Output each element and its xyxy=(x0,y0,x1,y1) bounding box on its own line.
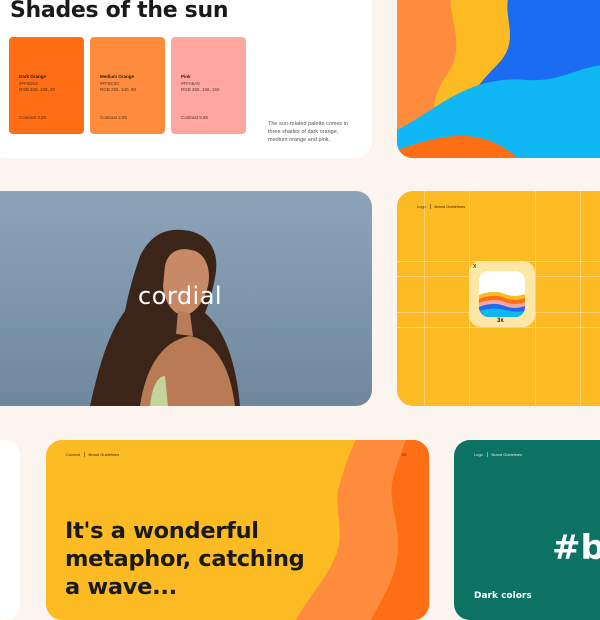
app-icon xyxy=(479,271,525,317)
quote-line: metaphor, catching xyxy=(65,546,305,572)
swatch-rgb: RGB 255, 166, 160 xyxy=(181,87,220,92)
header-doc: Brand Guidelines xyxy=(88,452,120,457)
quote-line: a wave... xyxy=(65,574,177,600)
swatch-name: Dark Orange xyxy=(19,74,47,79)
palette-card: Shades of the sun Dark Orange #FF6D14 RG… xyxy=(0,0,372,158)
swatch-medium-orange: Medium Orange #FF8C3C RGB 255, 140, 60 C… xyxy=(90,37,165,134)
cordial-photo-card: cordial xyxy=(0,191,372,406)
clearspace-x-label: x xyxy=(473,263,477,270)
swatch-rgb: RGB 255, 109, 20 xyxy=(19,87,56,92)
page-number: 03 xyxy=(402,452,407,457)
swatch-contrast: Contrast 9.85 xyxy=(181,115,209,120)
cordial-logo: cordial xyxy=(138,282,223,310)
header-section: Logo xyxy=(474,452,483,457)
hex-code-preview: #b xyxy=(552,528,600,568)
card-header: Logo Brand Guidelines xyxy=(474,452,523,458)
grid-guide xyxy=(580,191,581,406)
grid-guide xyxy=(535,191,536,406)
palette-description: The sun-related palette comes in three s… xyxy=(268,120,349,143)
wave-illustration-card xyxy=(397,0,600,158)
quote-card: Content Brand Guidelines 03 It's a wonder… xyxy=(46,440,429,620)
dark-colors-card: Logo Brand Guidelines #b Dark colors xyxy=(454,440,600,620)
swatch-dark-orange: Dark Orange #FF6D14 RGB 255, 109, 20 Con… xyxy=(9,37,84,134)
swatch-contrast: Contrast 3.28 xyxy=(19,115,47,120)
quote-heading: It's a wonderful metaphor, catching a wa… xyxy=(65,517,305,601)
logo-grid-card: Logo Brand Guidelines x 3x xyxy=(397,191,600,406)
wave-logo-icon xyxy=(479,271,525,317)
grid-guide xyxy=(424,191,425,406)
header-doc: Brand Guidelines xyxy=(434,204,466,209)
swatch-name: Pink xyxy=(181,74,191,79)
quote-line: It's a wonderful xyxy=(65,518,259,544)
scale-label: 3x xyxy=(497,318,504,324)
grid-guide xyxy=(397,327,600,328)
partial-card xyxy=(0,440,20,620)
palette-title: Shades of the sun xyxy=(10,0,229,23)
swatch-name: Medium Orange xyxy=(100,74,135,79)
header-doc: Brand Guidelines xyxy=(491,452,523,457)
header-section: Content xyxy=(66,452,81,457)
wave-illustration xyxy=(397,0,600,158)
card-header: Content Brand Guidelines xyxy=(66,452,120,458)
swatch-rgb: RGB 255, 140, 60 xyxy=(100,87,137,92)
swatch-pink: Pink #FFA6A0 RGB 255, 166, 160 Contrast … xyxy=(171,37,246,134)
swatch-contrast: Contrast 2.85 xyxy=(100,115,128,120)
